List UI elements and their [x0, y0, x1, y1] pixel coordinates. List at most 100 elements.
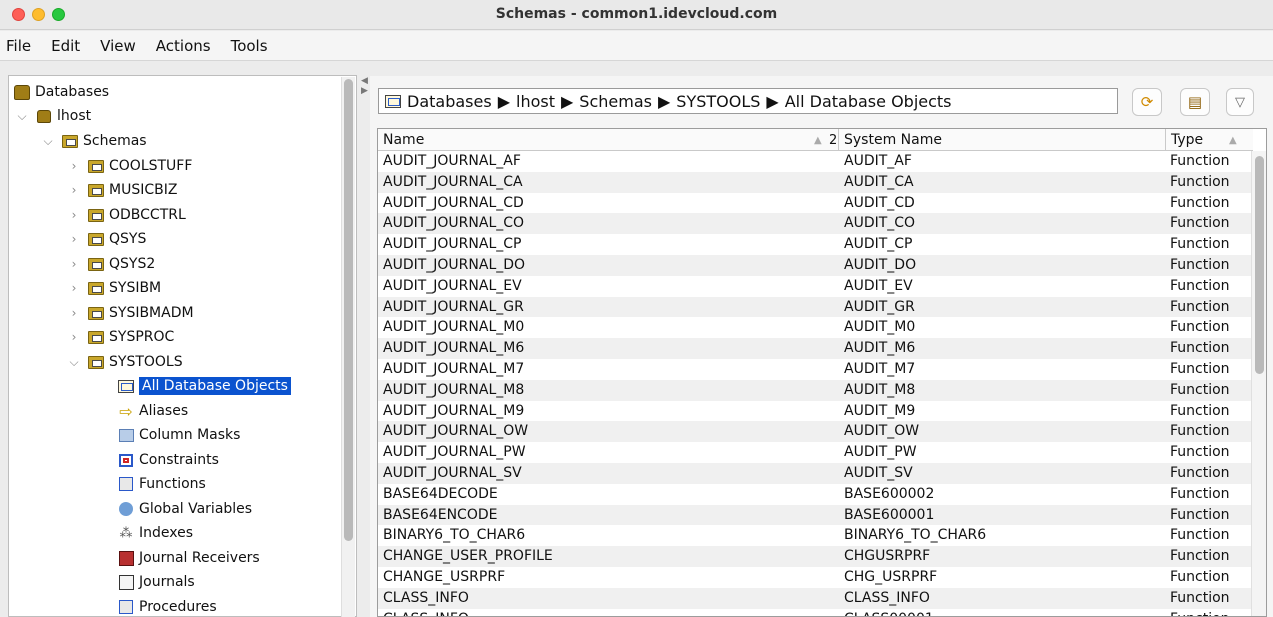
- menu-bar: File Edit View Actions Tools: [0, 31, 1273, 61]
- table-row[interactable]: AUDIT_JOURNAL_GR AUDIT_GR Function: [378, 296, 1253, 318]
- tree-node-schema-coolstuff[interactable]: › COOLSTUFF: [67, 154, 193, 178]
- table-header: Name ▲ 2 System Name Type ▲: [378, 129, 1253, 151]
- table-row[interactable]: CHANGE_USRPRF CHG_USRPRF Function: [378, 567, 1253, 588]
- tree-node-schema-systools[interactable]: ⌵ SYSTOOLS: [67, 350, 182, 374]
- chevron-down-icon[interactable]: ⌵: [15, 109, 29, 124]
- tree-node-schema-sysproc[interactable]: › SYSPROC: [67, 325, 175, 349]
- menu-file[interactable]: File: [6, 37, 31, 55]
- tree-node-indexes[interactable]: ⁂ Indexes: [117, 521, 194, 545]
- table-row[interactable]: AUDIT_JOURNAL_M9 AUDIT_M9 Function: [378, 401, 1253, 422]
- chevron-down-icon[interactable]: ⌵: [67, 355, 81, 370]
- table-row[interactable]: AUDIT_JOURNAL_CO AUDIT_CO Function: [378, 213, 1253, 235]
- tree-node-functions[interactable]: Functions: [117, 472, 206, 496]
- tree-label: Column Masks: [139, 427, 241, 443]
- table-row[interactable]: AUDIT_JOURNAL_CD AUDIT_CD Function: [378, 193, 1253, 214]
- chevron-right-icon[interactable]: ›: [67, 257, 81, 271]
- tree-label: SYSIBM: [109, 280, 162, 296]
- cell-system-name: AUDIT_CP: [844, 236, 913, 253]
- breadcrumb-item[interactable]: Schemas: [579, 92, 652, 111]
- schema-folder-icon: [87, 305, 105, 321]
- chevron-right-icon[interactable]: ›: [67, 330, 81, 344]
- cell-system-name: AUDIT_PW: [844, 444, 917, 461]
- cell-system-name: BINARY6_TO_CHAR6: [844, 527, 987, 544]
- menu-edit[interactable]: Edit: [51, 37, 80, 55]
- breadcrumb-separator: ▶: [560, 91, 574, 111]
- tree-node-schema-musicbiz[interactable]: › MUSICBIZ: [67, 178, 178, 202]
- menu-view[interactable]: View: [100, 37, 136, 55]
- breadcrumb-item[interactable]: All Database Objects: [785, 92, 952, 111]
- tree-node-procedures[interactable]: Procedures: [117, 595, 217, 616]
- table-row[interactable]: AUDIT_JOURNAL_SV AUDIT_SV Function: [378, 462, 1253, 484]
- table-row[interactable]: BASE64DECODE BASE600002 Function: [378, 484, 1253, 505]
- tree-node-journals[interactable]: Journals: [117, 570, 195, 594]
- table-row[interactable]: BINARY6_TO_CHAR6 BINARY6_TO_CHAR6 Function: [378, 525, 1253, 546]
- menu-tools[interactable]: Tools: [231, 37, 268, 55]
- table-row[interactable]: CHANGE_USER_PROFILE CHGUSRPRF Function: [378, 546, 1253, 567]
- table-row[interactable]: AUDIT_JOURNAL_CA AUDIT_CA Function: [378, 171, 1253, 193]
- tree-node-column-masks[interactable]: Column Masks: [117, 423, 240, 447]
- chevron-right-icon[interactable]: ›: [67, 208, 81, 222]
- filter-button[interactable]: ▽: [1226, 88, 1254, 116]
- tree-node-schema-sysibm[interactable]: › SYSIBM: [67, 276, 162, 300]
- table-row[interactable]: CLASS_INFO CLASS00001 Function: [378, 609, 1253, 616]
- tree-scrollbar-thumb[interactable]: [344, 79, 353, 541]
- tree-label: Functions: [139, 476, 206, 492]
- journal-receiver-icon: [117, 550, 135, 566]
- menu-actions[interactable]: Actions: [156, 37, 211, 55]
- splitter-arrows-icon[interactable]: ◀ ▶: [361, 76, 369, 96]
- tree-node-schema-odbcctrl[interactable]: › ODBCCTRL: [67, 203, 186, 227]
- table-row[interactable]: AUDIT_JOURNAL_M8 AUDIT_M8 Function: [378, 379, 1253, 401]
- table-row[interactable]: AUDIT_JOURNAL_OW AUDIT_OW Function: [378, 421, 1253, 443]
- table-row[interactable]: AUDIT_JOURNAL_CP AUDIT_CP Function: [378, 234, 1253, 255]
- table-row[interactable]: BASE64ENCODE BASE600001 Function: [378, 504, 1253, 526]
- table-row[interactable]: AUDIT_JOURNAL_M6 AUDIT_M6 Function: [378, 338, 1253, 359]
- table-row[interactable]: AUDIT_JOURNAL_AF AUDIT_AF Function: [378, 151, 1253, 172]
- column-header-type[interactable]: Type ▲: [1166, 129, 1253, 151]
- table-row[interactable]: AUDIT_JOURNAL_M7 AUDIT_M7 Function: [378, 359, 1253, 380]
- column-header-name[interactable]: Name ▲ 2: [378, 129, 839, 151]
- cell-type: Function: [1170, 423, 1230, 440]
- cell-type: Function: [1170, 256, 1230, 273]
- cell-system-name: AUDIT_GR: [844, 298, 915, 315]
- tree-node-databases[interactable]: Databases: [13, 80, 109, 104]
- tree-node-constraints[interactable]: Constraints: [117, 448, 219, 472]
- tree-scrollbar[interactable]: [341, 77, 355, 617]
- table-scrollbar-thumb[interactable]: [1255, 156, 1264, 374]
- column-header-system-name[interactable]: System Name: [839, 129, 1166, 151]
- tree-node-schema-qsys[interactable]: › QSYS: [67, 227, 147, 251]
- chevron-right-icon[interactable]: ›: [67, 183, 81, 197]
- tree-node-schemas[interactable]: ⌵ Schemas: [41, 129, 146, 153]
- tree-label: All Database Objects: [139, 377, 291, 395]
- table-row[interactable]: AUDIT_JOURNAL_M0 AUDIT_M0 Function: [378, 317, 1253, 338]
- column-settings-button[interactable]: ▤: [1180, 88, 1210, 116]
- chevron-right-icon[interactable]: ›: [67, 232, 81, 246]
- table-body: AUDIT_JOURNAL_AF AUDIT_AF Function AUDIT_JO…: [378, 151, 1253, 616]
- schema-folder-icon: [87, 256, 105, 272]
- table-scrollbar[interactable]: [1251, 151, 1266, 616]
- tree-node-host[interactable]: ⌵ lhost: [15, 104, 91, 128]
- breadcrumb-item[interactable]: SYSTOOLS: [676, 92, 760, 111]
- filter-icon: ▽: [1235, 94, 1245, 110]
- refresh-button[interactable]: ⟳: [1132, 88, 1162, 116]
- table-row[interactable]: AUDIT_JOURNAL_EV AUDIT_EV Function: [378, 276, 1253, 297]
- chevron-right-icon[interactable]: ›: [67, 159, 81, 173]
- tree-node-all-database-objects[interactable]: All Database Objects: [117, 374, 291, 398]
- tree-node-schema-sysibmadm[interactable]: › SYSIBMADM: [67, 301, 194, 325]
- cell-system-name: AUDIT_EV: [844, 277, 913, 294]
- tree-node-global-variables[interactable]: Global Variables: [117, 497, 252, 521]
- chevron-right-icon[interactable]: ›: [67, 281, 81, 295]
- tree-node-journal-receivers[interactable]: Journal Receivers: [117, 546, 260, 570]
- table-row[interactable]: AUDIT_JOURNAL_PW AUDIT_PW Function: [378, 442, 1253, 463]
- tree-node-schema-qsys2[interactable]: › QSYS2: [67, 252, 156, 276]
- chevron-right-icon[interactable]: ›: [67, 306, 81, 320]
- tree-label: Constraints: [139, 452, 219, 468]
- table-row[interactable]: CLASS_INFO CLASS_INFO Function: [378, 587, 1253, 609]
- tree-label: QSYS: [109, 231, 147, 247]
- table-row[interactable]: AUDIT_JOURNAL_DO AUDIT_DO Function: [378, 254, 1253, 276]
- chevron-down-icon[interactable]: ⌵: [41, 134, 55, 149]
- breadcrumb-item[interactable]: Databases: [407, 92, 492, 111]
- cell-system-name: AUDIT_OW: [844, 423, 920, 440]
- alias-arrow-icon: ⇨: [119, 401, 133, 421]
- tree-node-aliases[interactable]: ⇨ Aliases: [117, 399, 188, 423]
- breadcrumb-item[interactable]: lhost: [516, 92, 555, 111]
